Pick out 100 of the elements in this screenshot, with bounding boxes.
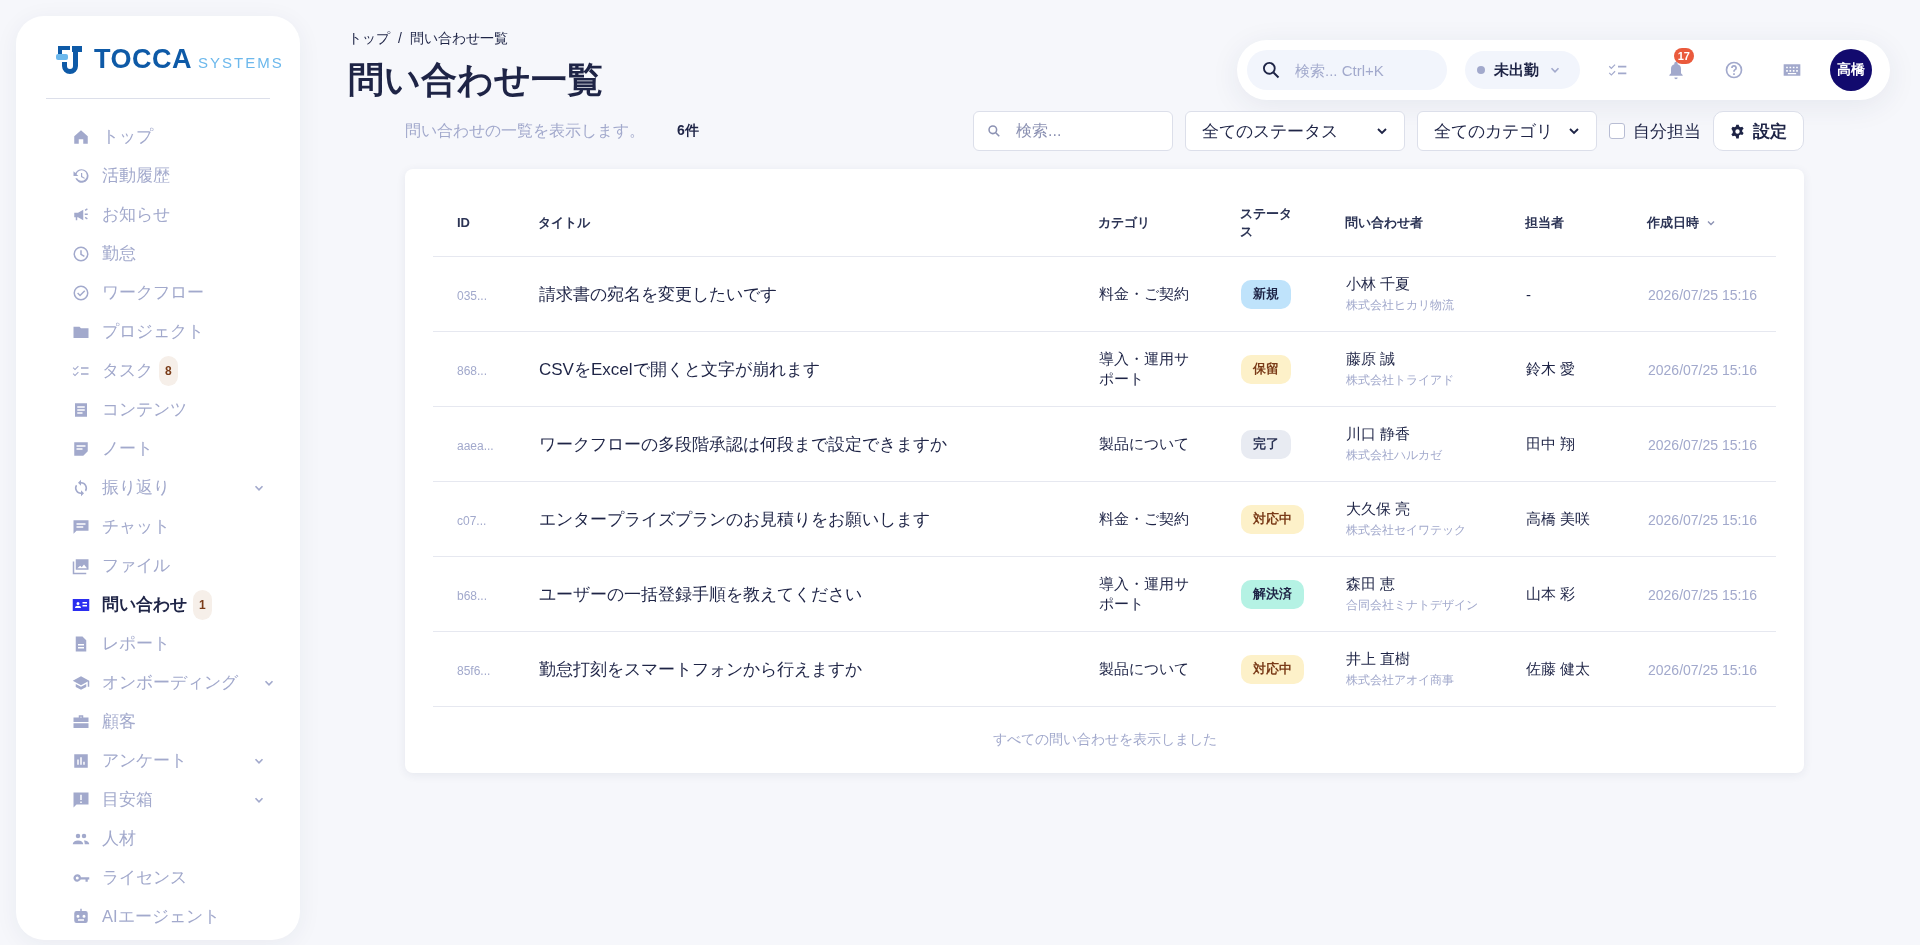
briefcase-icon: [72, 712, 90, 731]
sidebar-item[interactable]: 勤怠: [46, 234, 270, 273]
assignee-cell: 田中 翔: [1526, 434, 1576, 452]
alert-box-icon: [72, 790, 90, 809]
assignee-cell: 山本 彩: [1526, 584, 1576, 602]
id-cell: b68...: [457, 588, 488, 603]
assignee-cell: 高橋 美咲: [1526, 509, 1591, 527]
bell-icon: [1666, 60, 1686, 80]
status-badge: 解決済: [1241, 579, 1304, 609]
company-name: 株式会社セイワテック: [1346, 521, 1467, 539]
sidebar-item[interactable]: お知らせ: [46, 195, 270, 234]
settings-icon: [1730, 123, 1745, 139]
sidebar-item[interactable]: ワークフロー: [46, 273, 270, 312]
attendance-dropdown[interactable]: 未出勤: [1465, 51, 1580, 89]
sidebar-item[interactable]: ライセンス: [46, 858, 270, 897]
sidebar-item[interactable]: 顧客: [46, 702, 270, 741]
search-field[interactable]: 検索...: [973, 111, 1173, 151]
sidebar-item[interactable]: ファイル: [46, 546, 270, 585]
status-badge: 対応中: [1241, 504, 1304, 534]
chat-icon: [72, 517, 90, 536]
category-cell-text: 料金・ご契約: [1099, 508, 1190, 529]
sidebar-item[interactable]: アンケート: [46, 741, 270, 780]
document-icon: [72, 400, 90, 419]
category-cell-text: 導入・運用サポート: [1099, 348, 1190, 389]
note-icon: [72, 439, 90, 458]
column-header: ステータス: [1240, 204, 1293, 241]
inquirer-name: 井上 直樹: [1346, 649, 1412, 669]
sidebar-item[interactable]: 振り返り: [46, 468, 270, 507]
column-header: カテゴリ: [1098, 213, 1150, 232]
title-link[interactable]: ワークフローの多段階承認は何段まで設定できますか: [539, 434, 947, 454]
id-cell: aaea...: [457, 438, 494, 453]
title-link[interactable]: CSVをExcelで開くと文字が崩れます: [539, 359, 820, 379]
sidebar-item[interactable]: トップ: [46, 117, 270, 156]
title-link[interactable]: ユーザーの一括登録手順を教えてください: [539, 584, 862, 604]
settings-button[interactable]: 設定: [1713, 111, 1804, 151]
company-name: 株式会社アオイ商事: [1346, 671, 1455, 689]
sidebar-item[interactable]: チャット: [46, 507, 270, 546]
column-header: 問い合わせ者: [1345, 213, 1423, 232]
title-link[interactable]: エンタープライズプランのお見積りをお願いします: [539, 509, 930, 529]
status-filter-dropdown[interactable]: 全てのステータス: [1185, 111, 1405, 151]
category-cell-text: 製品について: [1099, 433, 1190, 454]
assignee-cell: -: [1526, 285, 1531, 303]
refresh-icon: [72, 478, 90, 497]
breadcrumb-separator: /: [398, 30, 402, 48]
title-link[interactable]: 勤怠打刻をスマートフォンから行えますか: [539, 659, 862, 679]
user-avatar[interactable]: 高橋: [1830, 49, 1872, 91]
sidebar-item[interactable]: ノート: [46, 429, 270, 468]
inquirer-name: 川口 静香: [1346, 424, 1412, 444]
date-cell: 2026/07/25 15:16: [1648, 586, 1757, 603]
category-cell-text: 導入・運用サポート: [1099, 573, 1190, 614]
date-cell: 2026/07/25 15:16: [1648, 661, 1757, 678]
sidebar-item[interactable]: オンボーディング: [46, 663, 270, 702]
status-badge: 完了: [1241, 429, 1291, 459]
column-header[interactable]: 作成日時: [1647, 213, 1717, 232]
date-cell: 2026/07/25 15:16: [1648, 436, 1757, 453]
sidebar-item[interactable]: 目安箱: [46, 780, 270, 819]
count-badge: 8: [159, 355, 178, 386]
global-search-field[interactable]: 検索... Ctrl+K: [1247, 50, 1447, 90]
sidebar-item[interactable]: プロジェクト: [46, 312, 270, 351]
column-header: ID: [457, 215, 470, 230]
image-icon: [72, 556, 90, 575]
robot-icon: [72, 907, 90, 926]
id-cell: 868...: [457, 363, 488, 378]
sidebar-item[interactable]: レポート: [46, 624, 270, 663]
category-cell-text: 料金・ご契約: [1099, 283, 1190, 304]
column-header: タイトル: [538, 213, 590, 232]
company-name: 株式会社ハルカゼ: [1346, 446, 1443, 464]
search-icon: [1261, 60, 1281, 80]
sidebar-item[interactable]: タスク 8: [46, 351, 270, 390]
sidebar-item[interactable]: 問い合わせ 1: [46, 585, 270, 624]
breadcrumb-item: 問い合わせ一覧: [409, 30, 508, 48]
assignee-cell: 鈴木 愛: [1526, 359, 1576, 377]
inquirer-name: 小林 千夏: [1346, 274, 1412, 294]
sidebar-item[interactable]: 活動履歴: [46, 156, 270, 195]
end-of-list-message: すべての問い合わせを表示しました: [992, 731, 1217, 747]
logo-suffix: SYSTEMS: [198, 53, 284, 71]
category-filter-dropdown[interactable]: 全てのカテゴリ: [1417, 111, 1597, 151]
id-cell: 85f6...: [457, 663, 491, 678]
title-link[interactable]: 請求書の宛名を変更したいです: [539, 284, 777, 304]
logo-name: TOCCA: [94, 43, 192, 75]
company-name: 株式会社ヒカリ物流: [1346, 296, 1455, 314]
date-cell: 2026/07/25 15:16: [1648, 511, 1757, 528]
clock-icon: [72, 244, 90, 263]
sidebar-item[interactable]: 人材: [46, 819, 270, 858]
notification-count: 17: [1673, 48, 1694, 64]
date-cell: 2026/07/25 15:16: [1648, 286, 1757, 303]
company-name: 合同会社ミナトデザイン: [1346, 596, 1479, 614]
assigned-to-me-checkbox[interactable]: 自分担当: [1609, 119, 1701, 143]
search-icon: [987, 124, 1001, 138]
count-badge: 1: [193, 589, 212, 620]
inquirer-name: 森田 恵: [1346, 574, 1397, 594]
date-cell: 2026/07/25 15:16: [1648, 361, 1757, 378]
assignee-cell: 佐藤 健太: [1526, 659, 1591, 677]
breadcrumb-item[interactable]: トップ: [348, 30, 390, 48]
sidebar-item[interactable]: AIエージェント: [46, 897, 270, 936]
company-name: 株式会社トライアド: [1346, 371, 1455, 389]
sidebar-item[interactable]: コンテンツ: [46, 390, 270, 429]
id-cell: c07...: [457, 513, 487, 528]
notification-button[interactable]: 17: [1656, 50, 1696, 90]
help-icon: [1724, 60, 1744, 80]
